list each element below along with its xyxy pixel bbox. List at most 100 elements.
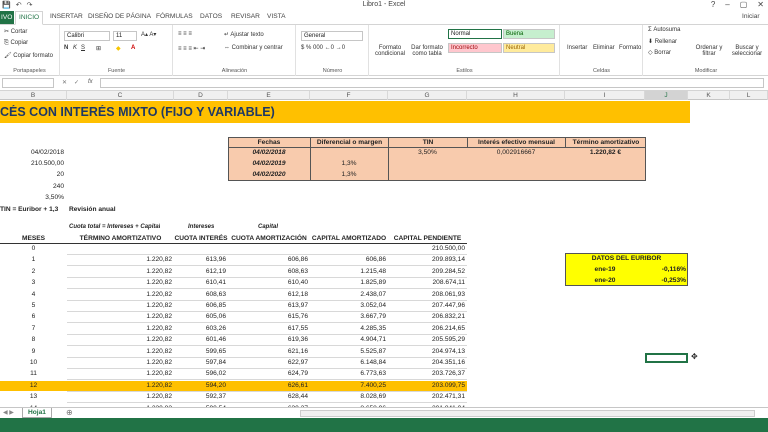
bold-icon[interactable]: N [64, 45, 68, 51]
info-payment-1[interactable]: 1.220,82 € [565, 148, 646, 157]
table-cell[interactable]: 2 [0, 267, 67, 276]
cut-button[interactable]: ✂ Cortar [4, 28, 27, 35]
table-cell[interactable]: 206.832,21 [388, 312, 467, 321]
table-cell[interactable]: 1.220,82 [67, 267, 174, 276]
align-left-icons[interactable]: ≡ ≡ ≡ ⇤ ⇥ [178, 45, 205, 52]
param-capital[interactable]: 210.500,00 [0, 159, 66, 168]
param-date[interactable]: 04/02/2018 [0, 148, 66, 157]
col-header-l[interactable]: L [730, 91, 768, 100]
table-cell[interactable]: 209.284,52 [388, 267, 467, 276]
table-cell[interactable]: 615,76 [228, 312, 310, 321]
col-header-g[interactable]: G [388, 91, 467, 100]
table-cell[interactable]: 1.220,82 [67, 255, 174, 264]
format-table-button[interactable]: Dar formato como tabla [408, 45, 446, 57]
tab-diseno[interactable]: DISEÑO DE PÁGINA [88, 13, 151, 20]
maximize-icon[interactable]: ▢ [740, 0, 748, 9]
table-cell[interactable]: 204.351,16 [388, 358, 467, 367]
table-cell[interactable]: 4.904,71 [310, 335, 388, 344]
table-cell[interactable]: 4 [0, 290, 67, 299]
sign-in-link[interactable]: Iniciar [742, 13, 760, 20]
table-cell[interactable]: 6 [0, 312, 67, 321]
param-rate[interactable]: 3,50% [0, 193, 66, 202]
confirm-icon[interactable]: ✓ [74, 79, 79, 86]
tab-revisar[interactable]: REVISAR [231, 13, 260, 20]
table-cell[interactable]: 205.595,29 [388, 335, 467, 344]
selected-cell[interactable] [645, 353, 688, 363]
table-cell[interactable]: 1.220,82 [67, 290, 174, 299]
conditional-format-button[interactable]: Formato condicional [372, 45, 408, 57]
table-cell[interactable]: 1.220,82 [67, 312, 174, 321]
table-cell[interactable]: 210.500,00 [388, 244, 467, 253]
table-cell[interactable]: 617,55 [228, 324, 310, 333]
tab-file[interactable]: IVO [0, 11, 14, 24]
table-cell[interactable]: 596,02 [174, 369, 228, 378]
col-header-d[interactable]: D [174, 91, 228, 100]
tab-datos[interactable]: DATOS [200, 13, 222, 20]
param-months[interactable]: 240 [0, 182, 66, 191]
table-cell[interactable]: 606,86 [228, 255, 310, 264]
tin-formula[interactable]: TIN = Euribor + 1,3 [0, 205, 58, 214]
table-cell[interactable]: 1.220,82 [67, 358, 174, 367]
table-cell[interactable]: 624,79 [228, 369, 310, 378]
name-box[interactable] [2, 78, 54, 88]
col-header-c[interactable]: C [67, 91, 174, 100]
info-date-2[interactable]: 04/02/2019 [228, 159, 310, 168]
borders-icon[interactable]: ⊞ [96, 45, 101, 52]
help-icon[interactable]: ? [711, 0, 715, 9]
table-cell[interactable]: 1.825,89 [310, 278, 388, 287]
info-date-3[interactable]: 04/02/2020 [228, 170, 310, 179]
table-cell[interactable]: 204.974,13 [388, 347, 467, 356]
table-cell[interactable]: 626,61 [228, 381, 310, 390]
col-header-b[interactable]: B [0, 91, 67, 100]
table-cell[interactable]: 606,86 [310, 255, 388, 264]
tab-inicio[interactable]: INICIO [15, 11, 44, 25]
fill-button[interactable]: ⬇ Rellenar [648, 38, 677, 45]
table-cell[interactable]: 605,06 [174, 312, 228, 321]
table-cell[interactable]: 208.061,93 [388, 290, 467, 299]
copy-button[interactable]: ⎘ Copiar [4, 40, 28, 47]
wrap-text-button[interactable]: ↵ Ajustar texto [224, 31, 264, 38]
sort-filter-button[interactable]: Ordenar y filtrar [692, 45, 726, 57]
table-cell[interactable]: 10 [0, 358, 67, 367]
table-cell[interactable]: 209.893,14 [388, 255, 467, 264]
table-cell[interactable]: 601,46 [174, 335, 228, 344]
merge-center-button[interactable]: ⇔ Combinar y centrar [224, 45, 283, 51]
table-cell[interactable]: 7 [0, 324, 67, 333]
table-cell[interactable]: 608,63 [228, 267, 310, 276]
col-header-i[interactable]: I [565, 91, 645, 100]
table-cell[interactable]: 599,65 [174, 347, 228, 356]
table-cell[interactable]: 1 [0, 255, 67, 264]
style-normal[interactable]: Normal [448, 29, 502, 39]
table-cell[interactable]: 1.220,82 [67, 278, 174, 287]
table-cell[interactable]: 621,16 [228, 347, 310, 356]
add-sheet-icon[interactable]: ⊕ [66, 408, 73, 417]
insert-cells-button[interactable]: Insertar [567, 45, 587, 51]
table-cell[interactable]: 7.400,25 [310, 381, 388, 390]
table-cell[interactable]: 5.525,87 [310, 347, 388, 356]
clear-button[interactable]: ◇ Borrar [648, 49, 671, 56]
table-cell[interactable]: 619,36 [228, 335, 310, 344]
table-cell[interactable]: 610,41 [174, 278, 228, 287]
font-name-select[interactable]: Calibri [64, 31, 110, 41]
info-interest-1[interactable]: 0,002916667 [467, 148, 565, 157]
table-cell[interactable]: 1.220,82 [67, 324, 174, 333]
worksheet[interactable]: B C D E F G H I J K L CÉS CON INTERÉS MI… [0, 91, 768, 407]
info-margin-3[interactable]: 1,3% [310, 170, 388, 179]
param-years[interactable]: 20 [0, 170, 66, 179]
underline-icon[interactable]: S [81, 45, 85, 51]
table-cell[interactable]: 202.471,31 [388, 392, 467, 401]
italic-icon[interactable]: K [73, 45, 77, 51]
close-icon[interactable]: ✕ [757, 0, 764, 9]
table-cell[interactable]: 5 [0, 301, 67, 310]
table-cell[interactable]: 597,84 [174, 358, 228, 367]
table-cell[interactable]: 4.285,35 [310, 324, 388, 333]
info-date-1[interactable]: 04/02/2018 [228, 148, 310, 157]
table-cell[interactable]: 622,97 [228, 358, 310, 367]
table-cell[interactable]: 208.674,11 [388, 278, 467, 287]
euribor-date-1[interactable]: ene-19 [565, 265, 645, 274]
table-cell[interactable]: 612,19 [174, 267, 228, 276]
table-cell[interactable]: 3 [0, 278, 67, 287]
table-cell[interactable]: 610,40 [228, 278, 310, 287]
table-cell[interactable]: 207.447,96 [388, 301, 467, 310]
table-cell[interactable]: 203.099,75 [388, 381, 467, 390]
